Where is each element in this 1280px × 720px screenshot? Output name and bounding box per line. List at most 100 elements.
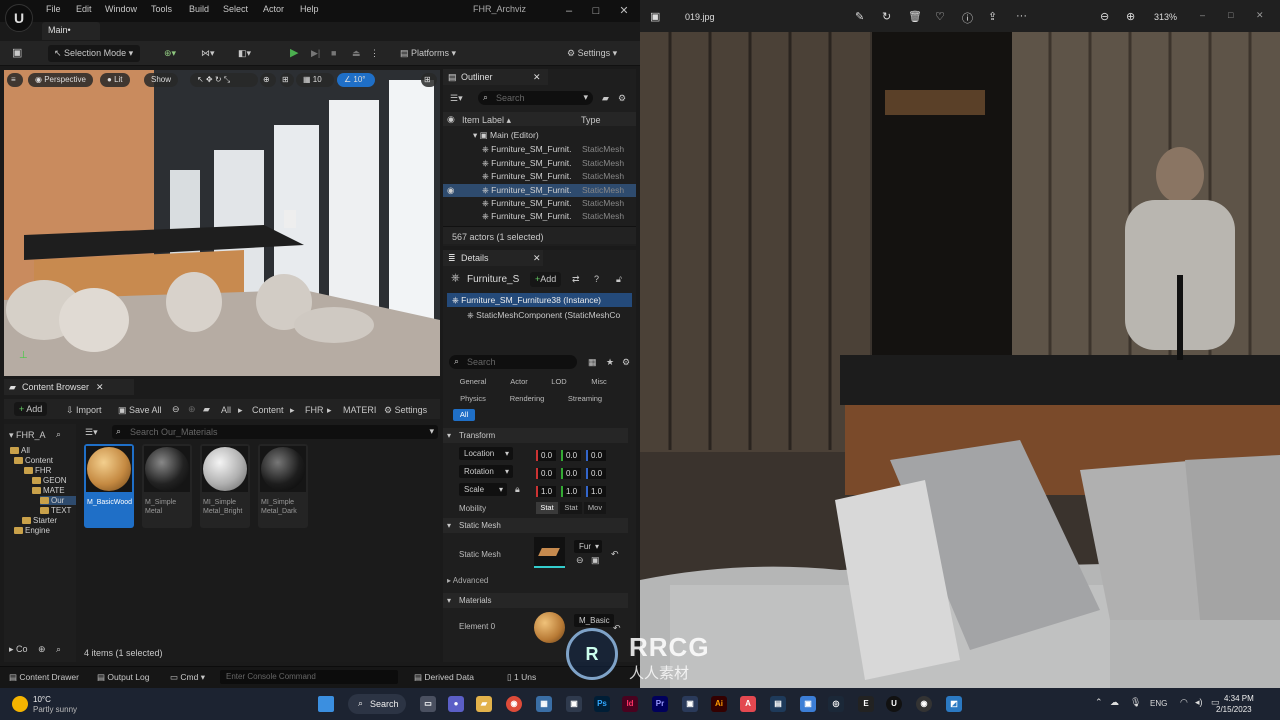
back-icon[interactable]: ⊖ xyxy=(172,404,180,415)
static-mesh-picker[interactable]: Fur ▾ xyxy=(574,540,602,553)
filter-chip-physics[interactable]: Physics xyxy=(453,393,493,405)
viewport-menu-icon[interactable]: ≡ xyxy=(7,73,23,87)
heart-icon[interactable]: ♡ xyxy=(935,10,945,23)
step-icon[interactable]: ▶| xyxy=(311,45,320,62)
play-icon[interactable]: ▶ xyxy=(290,45,298,62)
filter-chip-misc[interactable]: Misc xyxy=(587,376,611,388)
path-materials[interactable]: MATERI xyxy=(343,405,376,415)
browse-icon[interactable]: ⊖ xyxy=(576,555,584,566)
tree-item[interactable]: Our xyxy=(40,496,76,505)
filter-chip-all[interactable]: All xyxy=(453,409,475,421)
filter-chip-general[interactable]: General xyxy=(453,376,493,388)
settings-dropdown[interactable]: ⚙ Settings ▾ xyxy=(567,45,617,62)
tray-chevron-icon[interactable]: ⌃ xyxy=(1095,697,1103,708)
share-icon[interactable]: ⇪ xyxy=(988,10,997,23)
loc-field-z[interactable]: 0.0 xyxy=(586,450,606,461)
advanced-row[interactable]: ▸ Advanced xyxy=(447,576,488,585)
tree-item[interactable]: Engine xyxy=(14,526,50,535)
outliner-row[interactable]: ⎈ Furniture_SM_Furnit. StaticMesh xyxy=(443,210,636,223)
cloud-icon[interactable]: ☁ xyxy=(1110,697,1119,708)
tree-item[interactable]: MATE xyxy=(32,486,65,495)
maximize-icon[interactable]: □ xyxy=(1228,10,1233,20)
tab-outliner[interactable]: ▤ Outliner ✕ xyxy=(443,69,548,85)
menu-tools[interactable]: Tools xyxy=(151,4,172,14)
filter-chip-rendering[interactable]: Rendering xyxy=(505,393,549,405)
photo-image[interactable] xyxy=(640,0,1280,688)
location-dropdown[interactable]: Location ▾ xyxy=(459,447,513,460)
filter-chip-streaming[interactable]: Streaming xyxy=(561,393,609,405)
add-folder-icon[interactable]: ▰ xyxy=(602,93,609,104)
filter-icon[interactable]: ☰▾ xyxy=(85,427,98,438)
search-icon[interactable]: ⌕ xyxy=(56,644,61,655)
derived-data-button[interactable]: ▤ Derived Data xyxy=(414,672,474,683)
clock-date[interactable]: 2/15/2023 xyxy=(1216,705,1252,714)
asset-search[interactable]: ⌕ Search Our_Materials ▾ xyxy=(112,425,438,439)
app5-icon[interactable]: ◩ xyxy=(946,696,962,712)
path-all[interactable]: All xyxy=(221,405,231,415)
store-icon[interactable]: ▦ xyxy=(536,696,552,712)
material-picker[interactable]: M_Basic xyxy=(574,614,614,627)
tab-content-browser[interactable]: ▰ Content Browser ✕ xyxy=(4,379,134,395)
maximize-icon[interactable]: □ xyxy=(585,2,607,20)
mic-icon[interactable]: 🎙︎ xyxy=(1130,697,1141,708)
path-content[interactable]: Content xyxy=(252,405,284,415)
add-component-button[interactable]: +Add xyxy=(530,272,562,287)
weather-icon[interactable] xyxy=(12,696,28,712)
play-options-icon[interactable]: ⋮ xyxy=(370,45,379,62)
unreal-engine-icon[interactable]: U xyxy=(886,696,902,712)
search-icon[interactable]: ⌕ xyxy=(56,429,61,440)
loc-field-y[interactable]: 0.0 xyxy=(561,450,581,461)
add-actor-icon[interactable]: ⊕▾ xyxy=(164,45,176,62)
zoom-out-icon[interactable]: ⊖ xyxy=(1100,10,1109,23)
layout-icon[interactable]: ⊞ xyxy=(421,73,437,87)
rot-field-z[interactable]: 0.0 xyxy=(586,468,606,479)
tab-main[interactable]: Main• xyxy=(42,22,100,40)
snap-icon[interactable]: ⊞ xyxy=(280,73,294,87)
menu-window[interactable]: Window xyxy=(105,4,137,14)
app3-icon[interactable]: ▣ xyxy=(800,696,816,712)
chrome-icon[interactable]: ◉ xyxy=(506,696,522,712)
menu-help[interactable]: Help xyxy=(300,4,319,14)
outliner-root[interactable]: ▾ ▣ Main (Editor) xyxy=(443,129,636,142)
asset-tile[interactable]: M_BasicWood xyxy=(84,444,134,528)
outliner-row[interactable]: ◉ ⎈ Furniture_SM_Furnit. StaticMesh xyxy=(443,184,636,197)
menu-file[interactable]: File xyxy=(46,4,61,14)
clock-time[interactable]: 4:34 PM xyxy=(1224,694,1254,703)
minimize-icon[interactable]: – xyxy=(1200,10,1205,20)
tree-item[interactable]: All xyxy=(10,446,30,455)
show-button[interactable]: Show xyxy=(144,73,179,87)
grid-snap-button[interactable]: ▦ 10 xyxy=(296,73,334,87)
filter-icon[interactable]: ☰▾ xyxy=(450,93,463,104)
eye-icon[interactable]: ◉ xyxy=(447,184,454,197)
filter-chip-actor[interactable]: Actor xyxy=(507,376,531,388)
menu-edit[interactable]: Edit xyxy=(76,4,92,14)
materials-section[interactable]: ▾ Materials xyxy=(443,593,628,608)
help-icon[interactable]: ? xyxy=(594,274,599,284)
content-drawer-button[interactable]: ▤ Content Drawer xyxy=(9,672,79,683)
asset-tile[interactable]: M_Simple Metal xyxy=(142,444,192,528)
col-type[interactable]: Type xyxy=(581,115,601,125)
rotation-dropdown[interactable]: Rotation ▾ xyxy=(459,465,513,478)
app-icon[interactable]: ▣ xyxy=(682,696,698,712)
loc-field-x[interactable]: 0.0 xyxy=(536,450,556,461)
tree-item[interactable]: Content xyxy=(14,456,53,465)
acrobat-icon[interactable]: A xyxy=(740,696,756,712)
reset-icon[interactable]: ↶ xyxy=(611,549,619,560)
add-button[interactable]: + Add xyxy=(14,402,48,416)
tree-item[interactable]: Starter xyxy=(22,516,57,525)
gear-icon[interactable]: ⚙ xyxy=(618,93,626,104)
add-collection-icon[interactable]: ⊕ xyxy=(38,644,46,655)
details-search[interactable]: ⌕ Search xyxy=(449,355,577,369)
lock-icon[interactable]: 🔓︎ xyxy=(616,274,622,285)
instance-row[interactable]: ⎈ Furniture_SM_Furniture38 (Instance) xyxy=(447,293,632,307)
close-tab-icon[interactable]: ✕ xyxy=(96,379,104,395)
filter-chip-lod[interactable]: LOD xyxy=(545,376,573,388)
save-icon[interactable]: ▣ xyxy=(12,45,22,62)
close-icon[interactable]: ✕ xyxy=(1256,10,1264,21)
outliner-row[interactable]: ⎈ Furniture_SM_Furnit. StaticMesh xyxy=(443,170,636,183)
eject-icon[interactable]: ⏏ xyxy=(352,45,361,62)
scale-field-z[interactable]: 1.0 xyxy=(586,486,606,497)
import-button[interactable]: ⇩ Import xyxy=(66,405,102,416)
delete-icon[interactable]: 🗑︎ xyxy=(908,10,922,23)
edit-icon[interactable]: ✎ xyxy=(855,10,864,23)
